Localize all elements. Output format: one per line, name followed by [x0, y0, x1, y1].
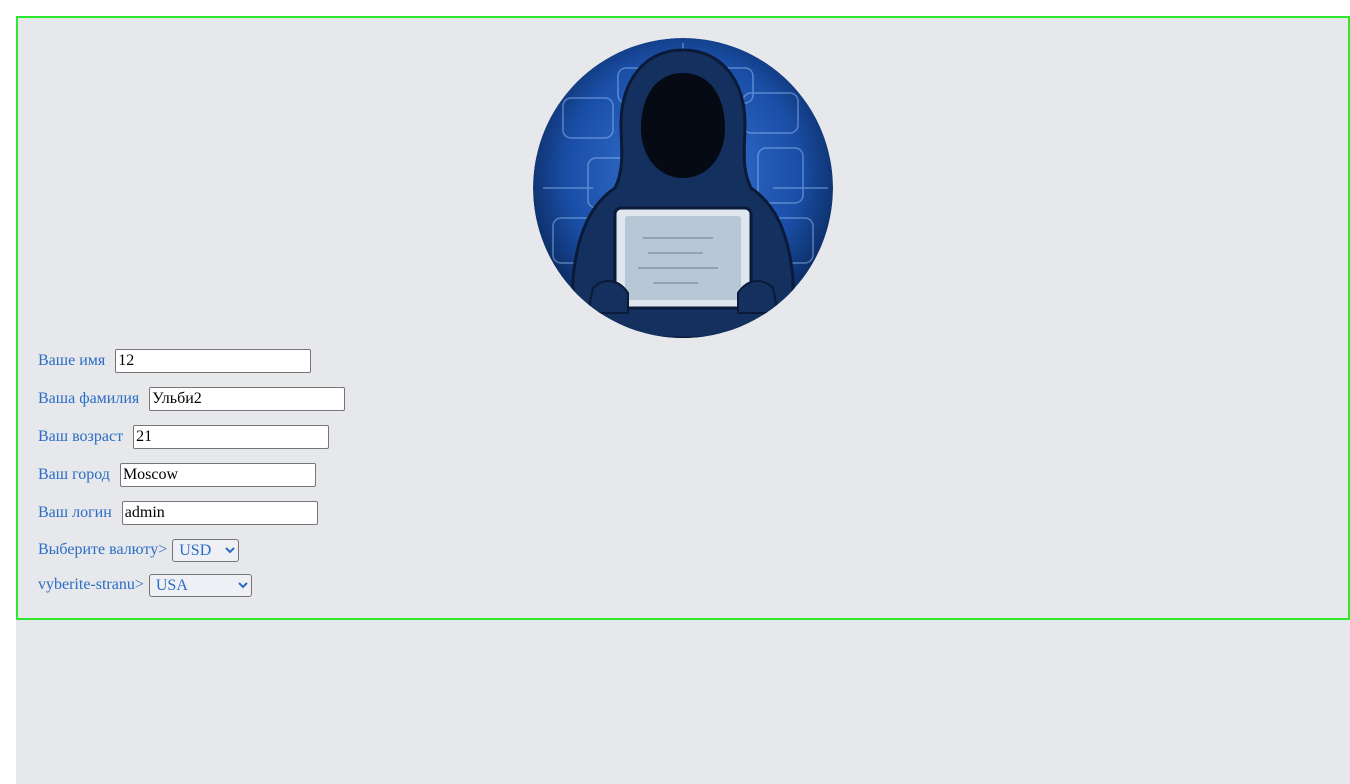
- hacker-avatar-image: [533, 38, 833, 338]
- country-row: vyberite-stranu> USA: [38, 570, 252, 600]
- age-input[interactable]: [133, 425, 330, 449]
- login-row: Ваш логин: [38, 498, 318, 528]
- profile-form: Ваше имя Ваша фамилия Ваш возраст Ваш го…: [16, 16, 1350, 620]
- age-row: Ваш возраст: [38, 422, 330, 452]
- city-input[interactable]: [119, 463, 316, 487]
- hacker-avatar-icon: [533, 38, 833, 338]
- city-label: Ваш город: [38, 466, 110, 483]
- age-label: Ваш возраст: [38, 428, 124, 445]
- last-name-label: Ваша фамилия: [38, 390, 140, 407]
- city-row: Ваш город: [38, 460, 316, 490]
- first-name-label: Ваше имя: [38, 352, 106, 369]
- last-name-row: Ваша фамилия: [38, 384, 346, 414]
- currency-label: Выберите валюту>: [38, 541, 168, 558]
- first-name-input[interactable]: [115, 349, 312, 373]
- login-input[interactable]: [121, 501, 318, 525]
- country-label: vyberite-stranu>: [38, 576, 144, 593]
- last-name-input[interactable]: [149, 387, 346, 411]
- country-select[interactable]: USA: [148, 573, 252, 597]
- currency-row: Выберите валюту> USD: [38, 535, 240, 565]
- login-label: Ваш логин: [38, 504, 112, 521]
- currency-select[interactable]: USD: [172, 538, 240, 562]
- first-name-row: Ваше имя: [38, 346, 312, 376]
